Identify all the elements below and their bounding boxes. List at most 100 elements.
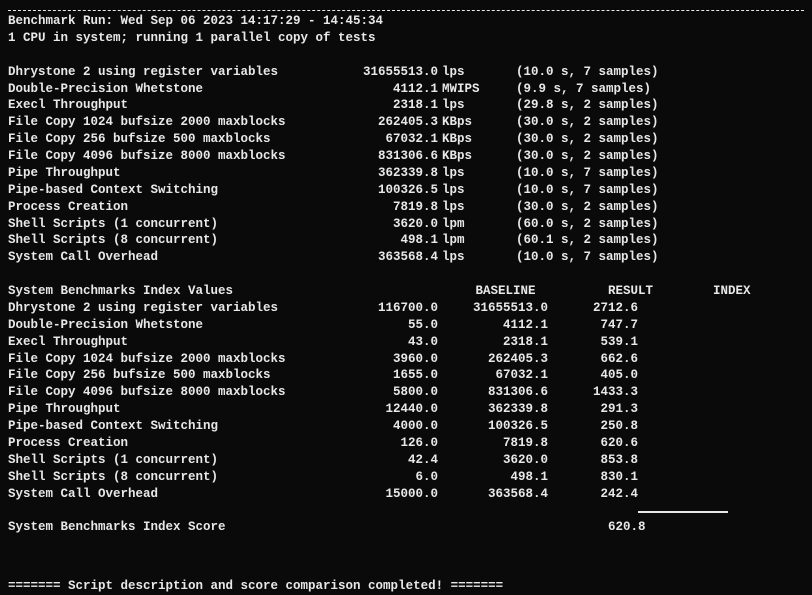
index-row: File Copy 1024 bufsize 2000 maxblocks396… bbox=[8, 351, 804, 368]
index-header-row: System Benchmarks Index Values BASELINE … bbox=[8, 283, 804, 300]
result-unit: lpm bbox=[438, 216, 502, 233]
index-value: 242.4 bbox=[548, 486, 638, 503]
result-note: (9.9 s, 7 samples) bbox=[502, 81, 736, 98]
result-note: (10.0 s, 7 samples) bbox=[502, 64, 736, 81]
index-row: Pipe Throughput12440.0362339.8291.3 bbox=[8, 401, 804, 418]
result-name: Pipe-based Context Switching bbox=[8, 182, 328, 199]
index-baseline: 116700.0 bbox=[328, 300, 438, 317]
col-baseline: BASELINE bbox=[446, 283, 536, 300]
index-baseline: 4000.0 bbox=[328, 418, 438, 435]
index-result: 2318.1 bbox=[438, 334, 548, 351]
index-name: Shell Scripts (1 concurrent) bbox=[8, 452, 328, 469]
result-name: Process Creation bbox=[8, 199, 328, 216]
index-name: Execl Throughput bbox=[8, 334, 328, 351]
index-baseline: 15000.0 bbox=[328, 486, 438, 503]
index-values: Dhrystone 2 using register variables1167… bbox=[8, 300, 804, 503]
result-value: 498.1 bbox=[328, 232, 438, 249]
footer-separator: ======= Script description and score com… bbox=[8, 578, 804, 595]
run-line: Benchmark Run: Wed Sep 06 2023 14:17:29 … bbox=[8, 13, 804, 30]
result-note: (60.0 s, 2 samples) bbox=[502, 216, 736, 233]
result-row: Process Creation7819.8lps(30.0 s, 2 samp… bbox=[8, 199, 804, 216]
result-note: (29.8 s, 2 samples) bbox=[502, 97, 736, 114]
result-name: File Copy 256 bufsize 500 maxblocks bbox=[8, 131, 328, 148]
index-name: File Copy 4096 bufsize 8000 maxblocks bbox=[8, 384, 328, 401]
result-name: Dhrystone 2 using register variables bbox=[8, 64, 328, 81]
result-value: 3620.0 bbox=[328, 216, 438, 233]
index-result: 363568.4 bbox=[438, 486, 548, 503]
result-value: 363568.4 bbox=[328, 249, 438, 266]
index-baseline: 12440.0 bbox=[328, 401, 438, 418]
result-value: 4112.1 bbox=[328, 81, 438, 98]
index-baseline: 126.0 bbox=[328, 435, 438, 452]
result-value: 262405.3 bbox=[328, 114, 438, 131]
index-row: Double-Precision Whetstone55.04112.1747.… bbox=[8, 317, 804, 334]
index-name: Pipe Throughput bbox=[8, 401, 328, 418]
result-row: File Copy 1024 bufsize 2000 maxblocks262… bbox=[8, 114, 804, 131]
index-result: 831306.6 bbox=[438, 384, 548, 401]
result-note: (60.1 s, 2 samples) bbox=[502, 232, 736, 249]
result-unit: lps bbox=[438, 249, 502, 266]
result-row: System Call Overhead363568.4lps(10.0 s, … bbox=[8, 249, 804, 266]
result-row: Dhrystone 2 using register variables3165… bbox=[8, 64, 804, 81]
result-unit: MWIPS bbox=[438, 81, 502, 98]
index-value: 539.1 bbox=[548, 334, 638, 351]
index-row: File Copy 4096 bufsize 8000 maxblocks580… bbox=[8, 384, 804, 401]
index-value: 2712.6 bbox=[548, 300, 638, 317]
index-name: File Copy 256 bufsize 500 maxblocks bbox=[8, 367, 328, 384]
index-value: 250.8 bbox=[548, 418, 638, 435]
result-row: Shell Scripts (1 concurrent)3620.0lpm(60… bbox=[8, 216, 804, 233]
result-row: Shell Scripts (8 concurrent)498.1lpm(60.… bbox=[8, 232, 804, 249]
index-baseline: 1655.0 bbox=[328, 367, 438, 384]
result-row: File Copy 4096 bufsize 8000 maxblocks831… bbox=[8, 148, 804, 165]
result-unit: lps bbox=[438, 97, 502, 114]
index-result: 498.1 bbox=[438, 469, 548, 486]
index-result: 100326.5 bbox=[438, 418, 548, 435]
index-result: 31655513.0 bbox=[438, 300, 548, 317]
index-name: Shell Scripts (8 concurrent) bbox=[8, 469, 328, 486]
index-row: Execl Throughput43.02318.1539.1 bbox=[8, 334, 804, 351]
index-result: 3620.0 bbox=[438, 452, 548, 469]
result-value: 831306.6 bbox=[328, 148, 438, 165]
index-name: File Copy 1024 bufsize 2000 maxblocks bbox=[8, 351, 328, 368]
index-value: 853.8 bbox=[548, 452, 638, 469]
result-name: Double-Precision Whetstone bbox=[8, 81, 328, 98]
result-note: (10.0 s, 7 samples) bbox=[502, 182, 736, 199]
result-row: Execl Throughput2318.1lps(29.8 s, 2 samp… bbox=[8, 97, 804, 114]
result-note: (30.0 s, 2 samples) bbox=[502, 199, 736, 216]
index-name: Pipe-based Context Switching bbox=[8, 418, 328, 435]
result-value: 7819.8 bbox=[328, 199, 438, 216]
result-note: (10.0 s, 7 samples) bbox=[502, 165, 736, 182]
index-title: System Benchmarks Index Values bbox=[8, 283, 438, 300]
index-result: 67032.1 bbox=[438, 367, 548, 384]
index-row: Pipe-based Context Switching4000.0100326… bbox=[8, 418, 804, 435]
index-result: 262405.3 bbox=[438, 351, 548, 368]
index-baseline: 43.0 bbox=[328, 334, 438, 351]
index-result: 7819.8 bbox=[438, 435, 548, 452]
score-value: 620.8 bbox=[556, 519, 646, 536]
result-name: Shell Scripts (8 concurrent) bbox=[8, 232, 328, 249]
index-value: 405.0 bbox=[548, 367, 638, 384]
result-value: 362339.8 bbox=[328, 165, 438, 182]
index-name: Dhrystone 2 using register variables bbox=[8, 300, 328, 317]
result-value: 2318.1 bbox=[328, 97, 438, 114]
score-rule-row bbox=[8, 502, 804, 519]
score-label: System Benchmarks Index Score bbox=[8, 519, 548, 536]
result-note: (30.0 s, 2 samples) bbox=[502, 114, 736, 131]
index-value: 291.3 bbox=[548, 401, 638, 418]
result-row: File Copy 256 bufsize 500 maxblocks67032… bbox=[8, 131, 804, 148]
index-value: 747.7 bbox=[548, 317, 638, 334]
index-row: Shell Scripts (8 concurrent)6.0498.1830.… bbox=[8, 469, 804, 486]
index-baseline: 55.0 bbox=[328, 317, 438, 334]
top-separator bbox=[8, 10, 804, 11]
index-baseline: 5800.0 bbox=[328, 384, 438, 401]
index-row: File Copy 256 bufsize 500 maxblocks1655.… bbox=[8, 367, 804, 384]
result-unit: KBps bbox=[438, 148, 502, 165]
result-row: Pipe-based Context Switching100326.5lps(… bbox=[8, 182, 804, 199]
result-note: (30.0 s, 2 samples) bbox=[502, 148, 736, 165]
result-name: Pipe Throughput bbox=[8, 165, 328, 182]
result-unit: KBps bbox=[438, 114, 502, 131]
result-value: 31655513.0 bbox=[328, 64, 438, 81]
result-unit: lpm bbox=[438, 232, 502, 249]
result-unit: KBps bbox=[438, 131, 502, 148]
result-row: Pipe Throughput362339.8lps(10.0 s, 7 sam… bbox=[8, 165, 804, 182]
